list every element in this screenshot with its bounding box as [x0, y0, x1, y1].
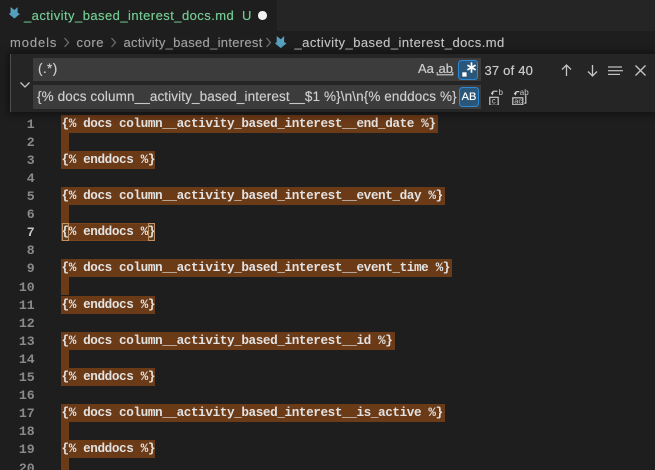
svg-text:c: c [492, 97, 496, 105]
svg-text:b: b [499, 88, 504, 97]
svg-text:ac: ac [514, 96, 522, 105]
